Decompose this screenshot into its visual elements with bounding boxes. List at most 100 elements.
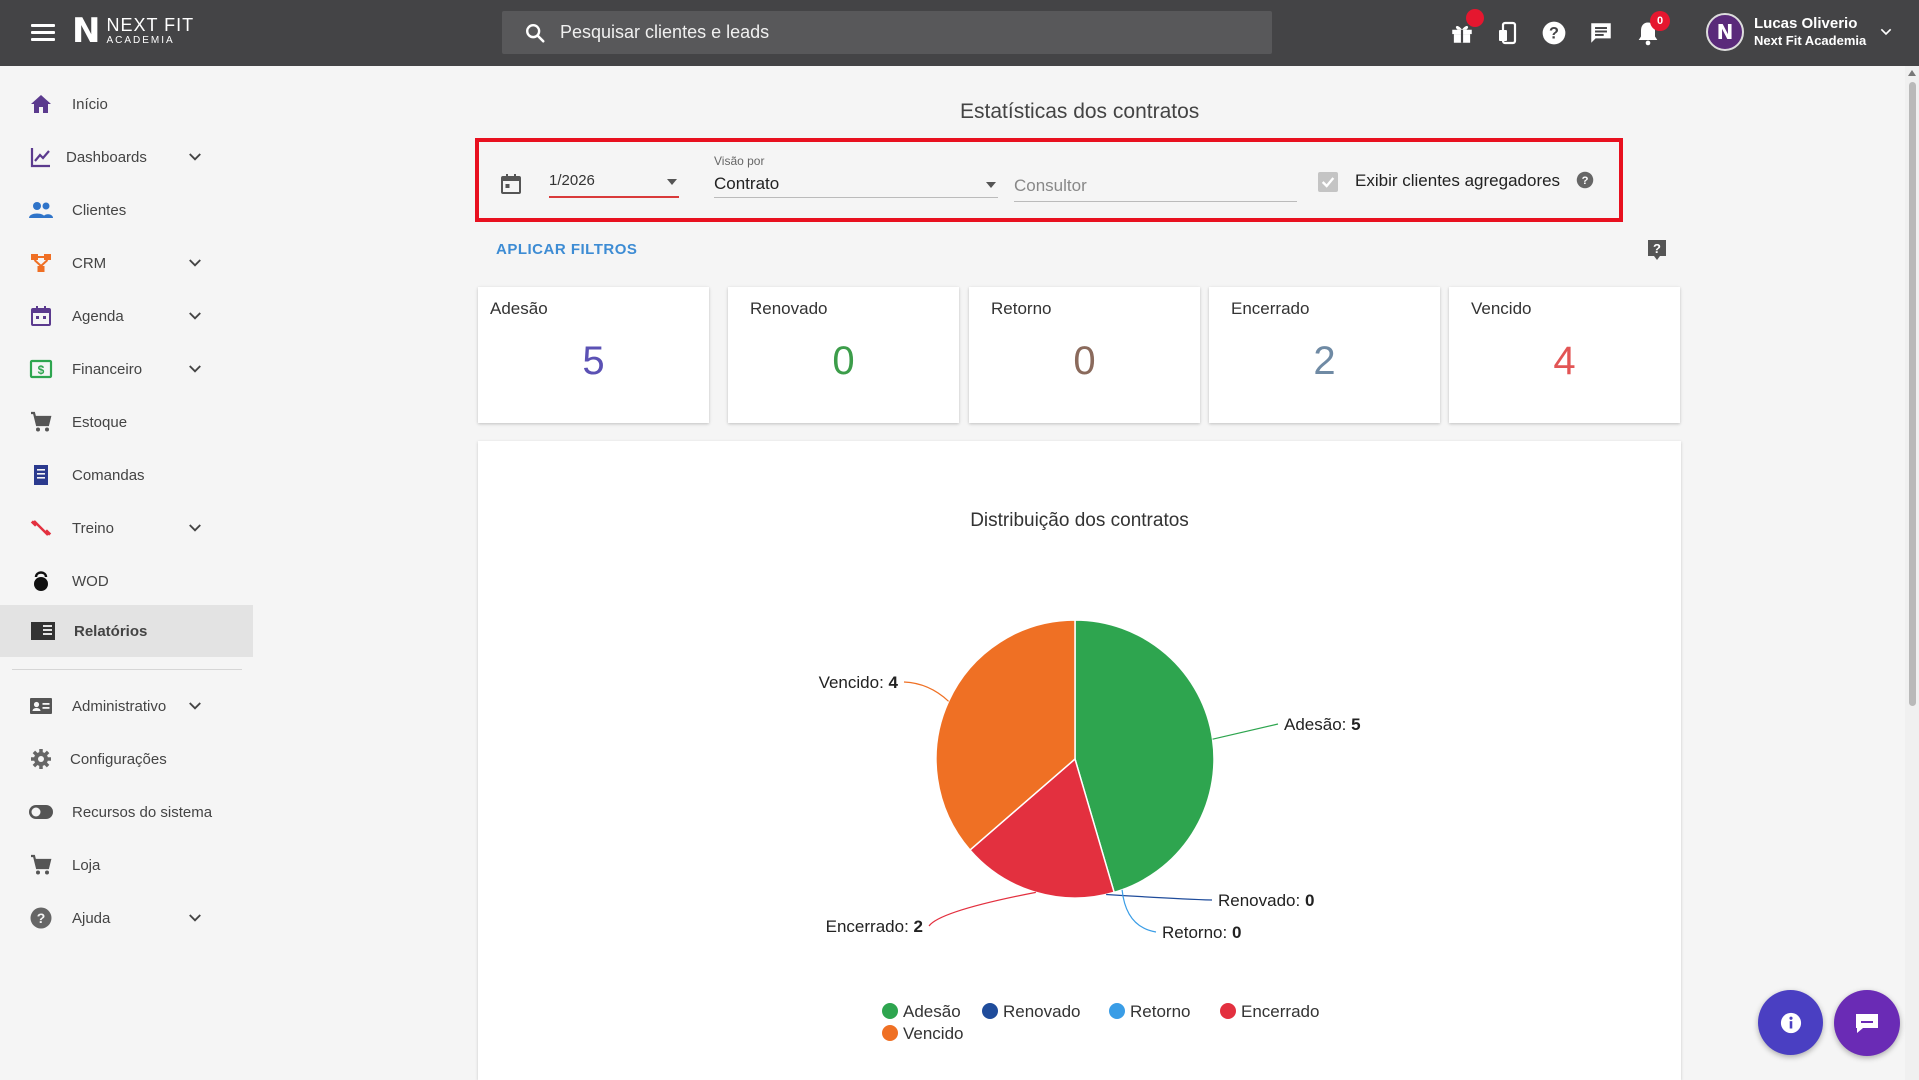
scrollbar[interactable] — [1905, 66, 1919, 1080]
legend-swatch — [882, 1003, 898, 1019]
stat-value: 0 — [1073, 339, 1096, 383]
bell-icon[interactable]: 0 — [1634, 11, 1670, 47]
sidebar-item-financeiro[interactable]: $ Financeiro — [0, 343, 253, 395]
sidebar-item-estoque[interactable]: Estoque — [0, 396, 253, 448]
chat-icon[interactable] — [1587, 19, 1615, 47]
hamburger-menu-icon[interactable] — [28, 20, 58, 46]
chart-line-icon — [28, 144, 54, 170]
help-icon[interactable]: ? — [1576, 171, 1594, 189]
notification-badge: 0 — [1650, 11, 1670, 31]
sidebar-item-comandas[interactable]: Comandas — [0, 449, 253, 501]
stat-value: 0 — [832, 339, 855, 383]
sidebar-item-label: Administrativo — [72, 697, 167, 715]
svg-text:?: ? — [1582, 175, 1589, 187]
logo[interactable]: N NEXT FIT ACADEMIA — [72, 14, 194, 48]
logo-subtitle: ACADEMIA — [106, 35, 175, 46]
view-by-label: Visão por — [714, 154, 765, 168]
legend-item-adesao[interactable]: Adesão — [882, 1002, 961, 1021]
pie-data-label-vencido: Vencido: 4 — [819, 673, 899, 692]
chart-card: Distribuição dos contratos Adesão: 5 Reno… — [478, 441, 1681, 1080]
sidebar-item-label: WOD — [72, 572, 109, 590]
legend-swatch — [1220, 1003, 1236, 1019]
sidebar-item-ajuda[interactable]: ? Ajuda — [0, 892, 253, 944]
chevron-down-icon — [189, 524, 201, 532]
sidebar-item-label: Comandas — [72, 466, 145, 484]
report-icon — [30, 618, 56, 644]
apply-filters-button[interactable]: APLICAR FILTROS — [496, 241, 637, 258]
sidebar-item-label: Dashboards — [66, 148, 147, 166]
device-swap-icon[interactable] — [1494, 19, 1522, 47]
scroll-up-arrow-icon[interactable] — [1908, 70, 1916, 76]
svg-text:?: ? — [1549, 24, 1559, 42]
sidebar-item-wod[interactable]: WOD — [0, 555, 253, 607]
search-bar[interactable] — [502, 11, 1272, 54]
sidebar-item-clientes[interactable]: Clientes — [0, 184, 253, 236]
stat-card-adesao: Adesão 5 — [478, 287, 709, 423]
legend-label: Renovado — [1003, 1002, 1081, 1021]
info-button[interactable] — [1758, 990, 1823, 1055]
sidebar-item-inicio[interactable]: Início — [0, 78, 253, 130]
user-menu[interactable]: N Lucas Oliverio Next Fit Academia — [1706, 13, 1894, 51]
cart-icon — [28, 852, 54, 878]
sidebar-item-label: Financeiro — [72, 360, 143, 378]
search-input[interactable] — [560, 22, 1240, 43]
show-aggregators-checkbox[interactable] — [1318, 172, 1338, 192]
receipt-icon — [28, 462, 54, 488]
calendar-icon[interactable] — [499, 172, 523, 196]
gift-notification-dot — [1466, 9, 1484, 27]
pie-label-connector — [1106, 893, 1213, 901]
stat-value: 4 — [1553, 339, 1576, 383]
help-icon: ? — [28, 905, 54, 931]
sidebar-item-agenda[interactable]: Agenda — [0, 290, 253, 342]
sidebar-item-administrativo[interactable]: Administrativo — [0, 680, 253, 732]
stat-label: Renovado — [750, 299, 828, 318]
chevron-down-icon — [189, 702, 201, 710]
sidebar-item-label: Treino — [72, 519, 114, 537]
avatar: N — [1706, 13, 1744, 51]
gift-icon[interactable] — [1448, 9, 1484, 47]
sidebar-divider — [12, 669, 242, 670]
top-bar: N NEXT FIT ACADEMIA ? 0 N Lucas Oliverio… — [0, 0, 1919, 66]
user-name: Lucas Oliverio — [1754, 15, 1858, 33]
view-by-value: Contrato — [714, 174, 780, 193]
sidebar-item-dashboards[interactable]: Dashboards — [0, 131, 253, 183]
sidebar-item-label: Clientes — [72, 201, 127, 219]
legend-label: Adesão — [903, 1002, 961, 1021]
stat-value: 5 — [582, 339, 605, 383]
legend-item-vencido[interactable]: Vencido — [882, 1024, 964, 1043]
sidebar-item-crm[interactable]: CRM — [0, 237, 253, 289]
dropdown-arrow-icon — [667, 179, 677, 185]
show-aggregators-label: Exibir clientes agregadores — [1355, 171, 1561, 190]
sidebar-item-configuracoes[interactable]: Configurações — [0, 733, 253, 785]
pie-label-connector — [903, 681, 949, 702]
kettlebell-icon — [28, 568, 54, 594]
chevron-down-icon — [189, 259, 201, 267]
legend-item-retorno[interactable]: Retorno — [1109, 1002, 1190, 1021]
help-square-icon[interactable]: ? — [1647, 239, 1667, 261]
sidebar-item-loja[interactable]: Loja — [0, 839, 253, 891]
pie-data-label-retorno: Retorno: 0 — [1162, 923, 1241, 942]
date-value: 1/2026 — [549, 172, 595, 189]
chevron-down-icon — [189, 914, 201, 922]
sidebar-item-relatorios[interactable]: Relatórios — [0, 605, 253, 657]
stat-value: 2 — [1313, 339, 1336, 383]
sidebar-item-recursos-do-sistema[interactable]: Recursos do sistema — [0, 786, 253, 838]
search-icon — [526, 23, 545, 43]
logo-title: NEXT FIT — [106, 15, 195, 35]
scrollbar-thumb[interactable] — [1909, 82, 1916, 706]
dropdown-arrow-icon — [986, 182, 996, 188]
legend-label: Retorno — [1130, 1002, 1190, 1021]
sidebar-item-treino[interactable]: Treino — [0, 502, 253, 554]
date-select[interactable]: 1/2026 — [549, 168, 679, 198]
legend-item-renovado[interactable]: Renovado — [982, 1002, 1081, 1021]
stat-label: Retorno — [991, 299, 1052, 318]
chat-support-button[interactable] — [1834, 990, 1900, 1056]
pie-data-label-adesao: Adesão: 5 — [1284, 715, 1361, 734]
cart-icon — [28, 409, 54, 435]
consultant-field[interactable]: Consultor — [1014, 172, 1297, 202]
legend-item-encerrado[interactable]: Encerrado — [1220, 1002, 1319, 1021]
view-by-select[interactable]: Visão por Contrato — [714, 154, 998, 198]
help-circle-icon[interactable]: ? — [1540, 19, 1568, 47]
legend-swatch — [1109, 1003, 1125, 1019]
sidebar-item-label: Estoque — [72, 413, 128, 431]
